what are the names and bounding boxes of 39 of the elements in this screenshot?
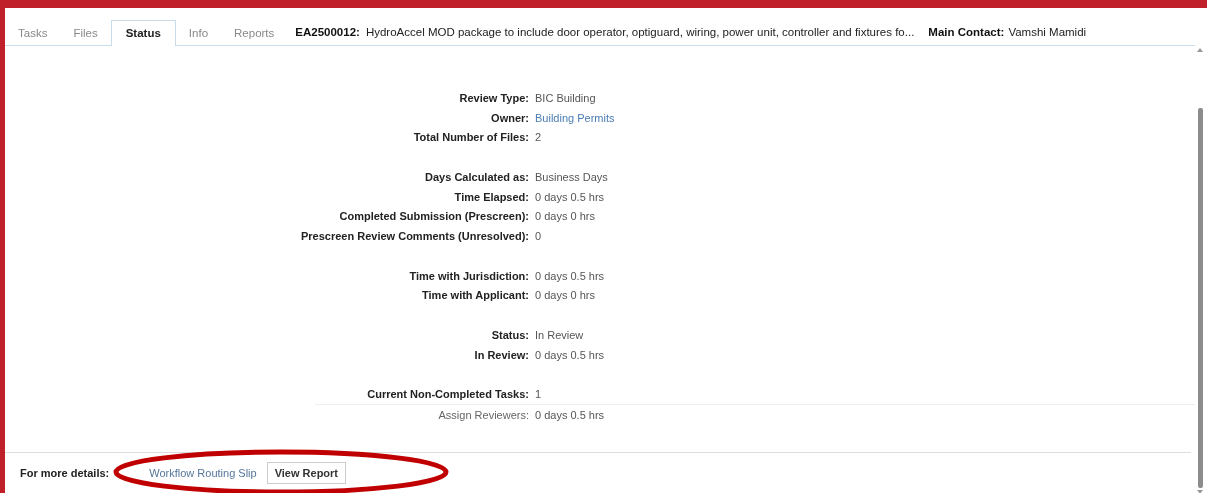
tab[interactable]: Tasks xyxy=(5,20,61,46)
field-link[interactable]: Building Permits xyxy=(535,111,1195,124)
field-value: 0 days 0 hrs xyxy=(535,210,596,223)
field-label: In Review: xyxy=(474,348,529,361)
field-value: 0 days 0.5 hrs xyxy=(535,190,606,203)
field-value: 0 days 0 hrs xyxy=(535,289,596,302)
tab[interactable]: Status xyxy=(110,20,176,46)
field-label: Days Calculated as: xyxy=(425,170,529,183)
field-label: Time Elapsed: xyxy=(454,190,529,203)
record-id: EA2500012: xyxy=(295,26,360,40)
field-label: Time with Jurisdiction: xyxy=(409,269,529,282)
field-label: Assign Reviewers: xyxy=(438,409,529,422)
field-value: Business Days xyxy=(535,170,609,183)
field-value: 0 days 0.5 hrs xyxy=(535,409,606,422)
tab[interactable]: Info xyxy=(175,20,222,46)
scrollbar-drawing[interactable] xyxy=(1195,46,1205,493)
tab[interactable]: Reports xyxy=(221,20,288,46)
field-value: 0 days 0.5 hrs xyxy=(535,348,606,361)
field-value: 0 days 0.5 hrs xyxy=(535,269,606,282)
field-label: Prescreen Review Comments (Unresolved): xyxy=(300,229,529,242)
contact-label: Main Contact: xyxy=(928,26,1005,40)
field-value: 2 xyxy=(535,131,543,144)
field-label: Current Non-Completed Tasks: xyxy=(367,388,529,401)
field-label: Status: xyxy=(491,329,529,342)
field-label: Time with Applicant: xyxy=(422,289,529,302)
field-value: 1 xyxy=(535,388,543,401)
field-label: Review Type: xyxy=(459,91,529,104)
field-label: Owner: xyxy=(491,111,529,124)
field-value: In Review xyxy=(535,329,585,342)
field-value: BIC Building xyxy=(535,91,597,104)
view-report-button[interactable]: View Report xyxy=(266,462,347,484)
routing-slip-link[interactable]: Workflow Routing Slip xyxy=(149,467,257,479)
tab[interactable]: Files xyxy=(60,20,111,46)
contact-name: Vamshi Mamidi xyxy=(1008,26,1087,40)
record-description: HydroAccel MOD package to include door operator, optiguard, wiring, power unit, controller and fixtures fo... xyxy=(365,26,915,40)
field-value: 0 xyxy=(535,229,543,242)
details-label: For more details: xyxy=(20,467,110,479)
field-label: Completed Submission (Prescreen): xyxy=(339,210,529,223)
field-label: Total Number of Files: xyxy=(413,131,529,144)
